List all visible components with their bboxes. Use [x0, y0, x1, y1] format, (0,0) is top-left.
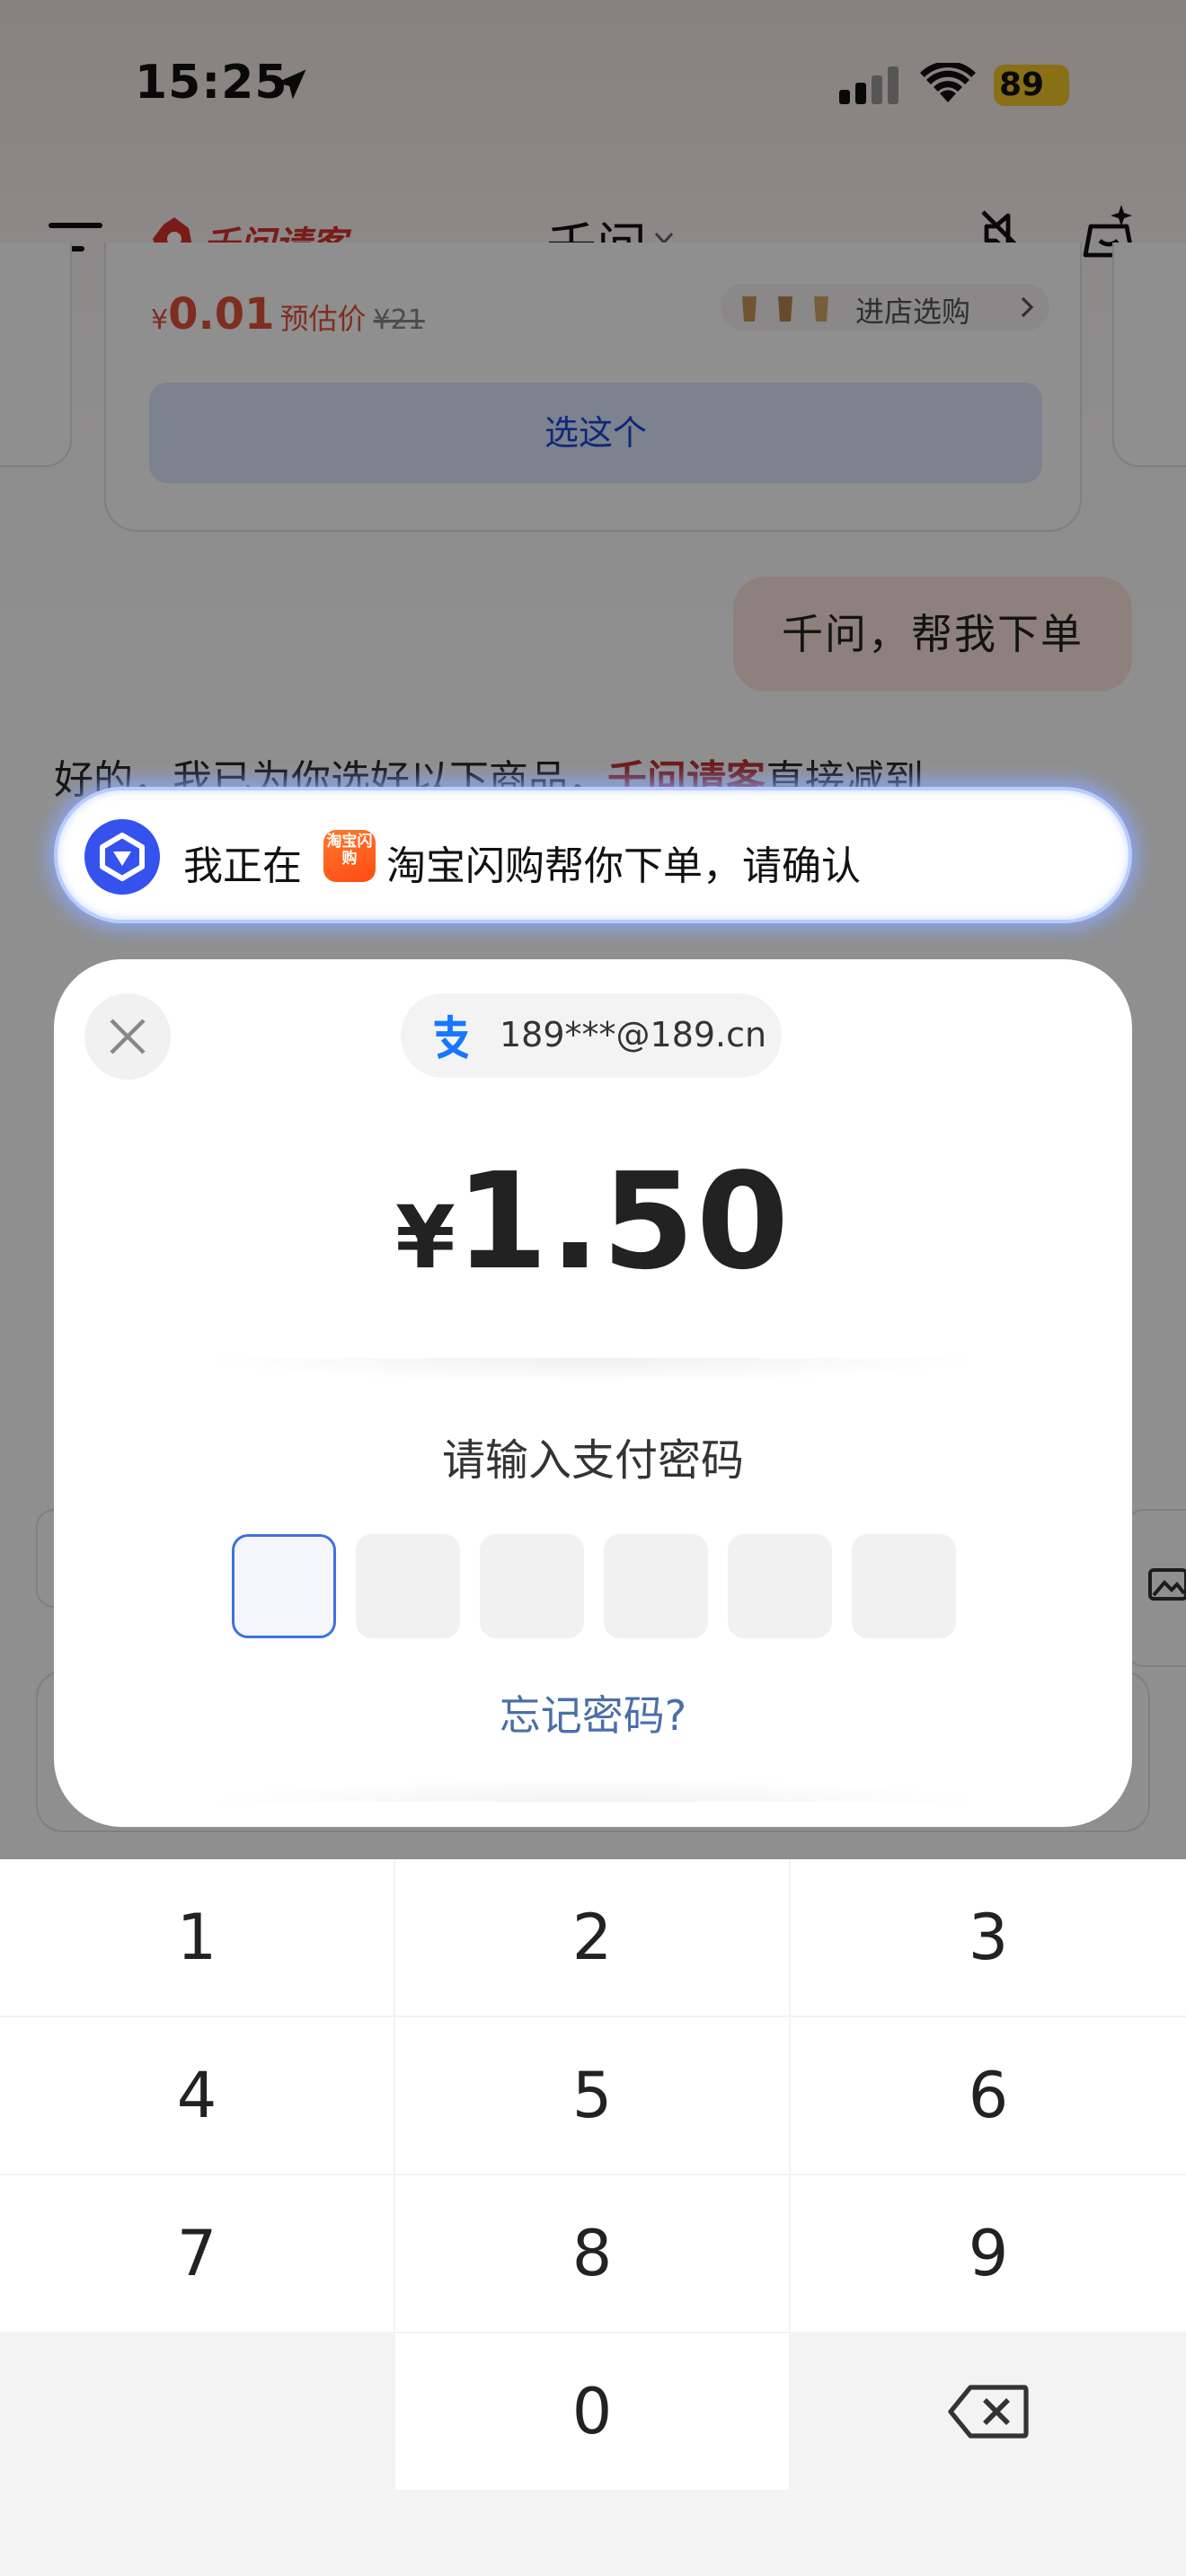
key-0[interactable]: 0	[395, 2333, 789, 2490]
close-button[interactable]	[84, 993, 171, 1080]
key-4[interactable]: 4	[0, 2017, 394, 2174]
key-7[interactable]: 7	[0, 2175, 394, 2332]
alipay-icon	[434, 1014, 469, 1059]
password-digit-box-1[interactable]	[232, 1534, 336, 1638]
qwen-logo-icon	[84, 819, 160, 895]
key-2[interactable]: 2	[395, 1859, 789, 2016]
key-6[interactable]: 6	[791, 2017, 1186, 2174]
bottom-divider	[198, 1778, 988, 1802]
account-email: 189***@189.cn	[500, 1015, 767, 1054]
agent-text-after: 淘宝闪购帮你下单，请确认	[386, 843, 861, 889]
delete-key[interactable]	[791, 2333, 1186, 2490]
qwen-logo-glyph	[100, 833, 145, 881]
password-digit-box-4[interactable]	[604, 1534, 708, 1638]
taobao-shangou-icon: 淘宝闪购	[323, 830, 376, 882]
password-digit-box-5[interactable]	[728, 1534, 832, 1638]
password-digit-box-2[interactable]	[356, 1534, 460, 1638]
close-icon[interactable]	[108, 1017, 147, 1056]
account-selector[interactable]: 189***@189.cn	[401, 993, 782, 1078]
key-8[interactable]: 8	[395, 2175, 789, 2332]
password-digit-box-3[interactable]	[480, 1534, 584, 1638]
numeric-keypad: 1 2 3 4 5 6 7 8 9 0	[0, 1859, 1186, 2576]
password-digit-box-6[interactable]	[852, 1534, 956, 1638]
key-3[interactable]: 3	[791, 1859, 1186, 2016]
taobao-icon-text: 淘宝闪购	[326, 833, 373, 868]
amount-value: 1.50	[455, 1144, 791, 1299]
payment-amount: ¥1.50	[54, 1144, 1132, 1299]
key-blank	[0, 2333, 394, 2490]
agent-text-before: 我正在	[183, 843, 302, 889]
divider	[198, 1358, 988, 1383]
key-9[interactable]: 9	[791, 2175, 1186, 2332]
key-1[interactable]: 1	[0, 1859, 394, 2016]
backspace-icon[interactable]	[947, 2384, 1030, 2439]
agent-status-banner: 我正在 淘宝闪购 淘宝闪购帮你下单，请确认	[54, 787, 1132, 923]
key-5[interactable]: 5	[395, 2017, 789, 2174]
forgot-password-link[interactable]: 忘记密码?	[54, 1683, 1132, 1742]
payment-sheet: 189***@189.cn ¥1.50 请输入支付密码 忘记密码?	[54, 959, 1132, 1827]
password-prompt: 请输入支付密码	[441, 1435, 744, 1486]
amount-currency: ¥	[395, 1187, 456, 1288]
password-input[interactable]	[232, 1534, 958, 1638]
